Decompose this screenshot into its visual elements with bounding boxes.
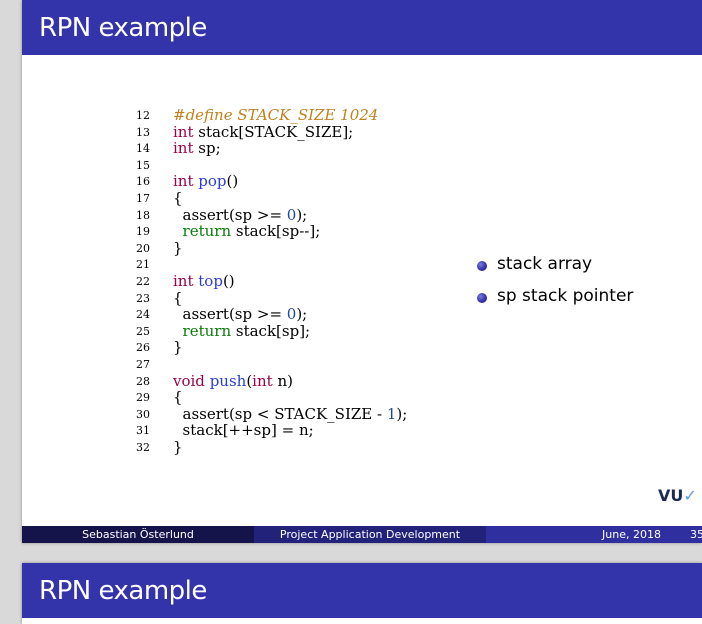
footer: Sebastian Österlund Project Application … [22,526,702,543]
footer-author: Sebastian Österlund [22,526,254,543]
line-number: 12 [136,109,150,122]
code-text: int pop() [173,172,238,190]
footer-meta: June, 2018 35 [486,526,702,543]
code-token: stack[STACK_SIZE]; [193,122,354,141]
footer-date: June, 2018 [602,528,661,541]
bullet-text: stack array [497,254,593,274]
code-token: stack[++sp] = n; [173,421,314,440]
code-token: 1 [386,404,397,423]
line-number: 21 [136,258,150,272]
code-text: return stack[sp--]; [173,222,321,241]
slide: RPN example 12 #define STACK_SIZE 1024 13 i… [22,0,702,543]
code-text: { [173,289,183,307]
code-token: ); [396,404,408,423]
code-token: () [226,172,239,191]
line-number: 15 [136,158,150,172]
logo-text: VU [658,486,684,505]
line-number: 25 [136,324,150,338]
code-token: assert(sp >= [173,205,287,224]
code-text: } [173,338,183,356]
bullet-item: sp stack pointer [477,286,633,318]
code-token: int [252,371,273,390]
code-text: assert(sp >= 0); [173,205,308,224]
code-token: () [222,271,235,290]
footer-course: Project Application Development [254,526,486,543]
code-token: top [198,271,223,290]
line-number: 31 [136,424,150,438]
code-text: #define STACK_SIZE 1024 [173,106,378,124]
vu-logo-icon: VU✓ [658,486,697,505]
logo-mark-icon: ✓ [683,486,697,505]
code-token: return [182,321,232,340]
code-token: push [209,371,247,390]
line-number: 23 [136,291,150,305]
title-bar: RPN example [22,0,702,55]
slide-title: RPN example [39,576,207,606]
ball-bullet-icon [477,261,487,271]
code-token: int [173,271,194,290]
code-token: { [173,288,183,307]
code-token: int [173,139,194,158]
bullet-text: sp stack pointer [497,286,634,306]
code-token: int [173,172,194,191]
code-text: { [173,388,183,406]
code-token: } [173,238,183,257]
code-token: n) [272,371,293,390]
code-token: ); [296,205,308,224]
line-number: 28 [136,374,150,388]
code-text: void push(int n) [173,372,293,390]
line-number: 14 [136,142,150,156]
line-number: 20 [136,241,150,255]
code-token: assert(sp < STACK_SIZE - [173,404,387,423]
code-token: assert(sp >= [173,305,287,324]
code-text: } [173,438,183,456]
code-text: } [173,239,183,257]
code-text: stack[++sp] = n; [173,421,314,439]
code-token: stack[sp--]; [231,222,321,241]
line-number: 18 [136,208,150,222]
code-text: int sp; [173,139,221,157]
code-text: { [173,189,183,207]
code-text: int stack[STACK_SIZE]; [173,123,353,141]
line-number: 27 [136,357,150,371]
line-number: 17 [136,191,150,205]
code-token: pop [198,172,227,191]
code-token: } [173,437,183,456]
code-token: 0 [286,305,297,324]
bullet-item: stack array [477,254,633,286]
code-token: int [173,122,194,141]
line-number: 29 [136,391,150,405]
code-token: #define STACK_SIZE 1024 [173,106,379,124]
code-token: stack[sp]; [231,321,311,340]
slide-title: RPN example [39,13,207,43]
line-number: 22 [136,274,150,288]
line-number: 26 [136,341,150,355]
title-bar: RPN example [22,563,702,618]
code-token: return [182,222,232,241]
code-text: return stack[sp]; [173,321,311,340]
line-number: 32 [136,440,150,454]
code-token: { [173,388,183,407]
code-text: assert(sp < STACK_SIZE - 1); [173,404,408,423]
code-text: assert(sp >= 0); [173,305,308,324]
code-text: int top() [173,272,235,290]
line-number: 19 [136,225,150,239]
code-token: { [173,188,183,207]
bullet-list: stack array sp stack pointer [477,254,633,318]
ball-bullet-icon [477,293,487,303]
code-token: ); [296,305,308,324]
code-token: sp; [193,139,221,158]
line-number: 30 [136,407,150,421]
code-token: } [173,338,183,357]
code-token: 0 [286,205,297,224]
line-number: 24 [136,308,150,322]
line-number: 13 [136,125,150,139]
footer-page-number: 35 [690,528,702,541]
code-token: void [173,371,205,390]
line-number: 16 [136,175,150,189]
slide: RPN example [22,563,702,624]
